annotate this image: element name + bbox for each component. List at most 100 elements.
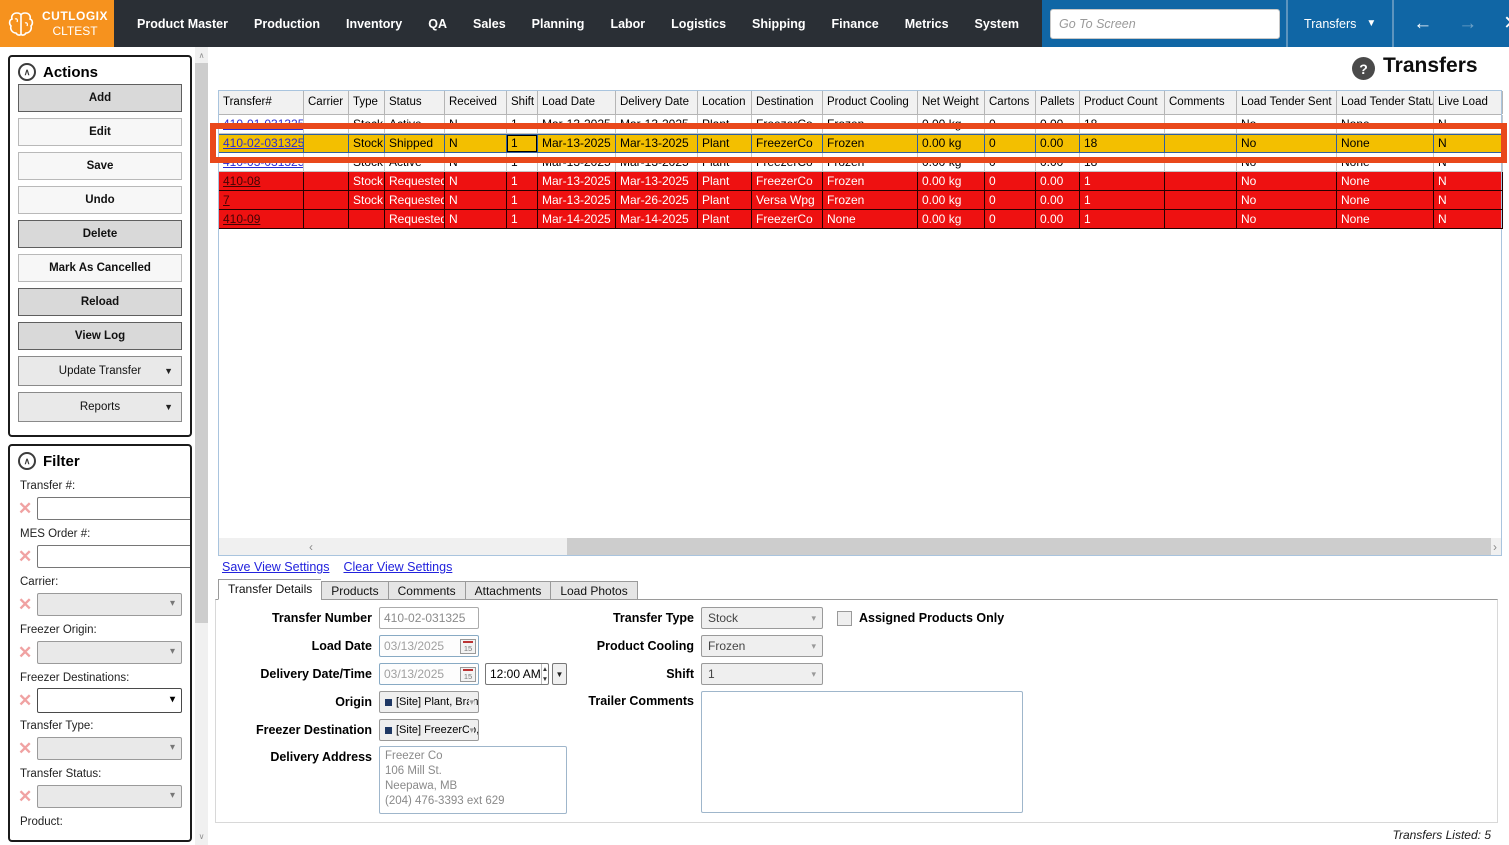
cell-live-load[interactable]: N xyxy=(1434,115,1503,134)
table-row[interactable]: 410-03-031325 Stock Active N 1 Mar-13-2025 Mar… xyxy=(219,153,1503,172)
cell-net-weight[interactable]: 0.00 kg xyxy=(918,115,985,134)
screen-selector-dropdown[interactable]: Transfers ▼ xyxy=(1294,17,1386,31)
cell-load-tender-sent[interactable]: No xyxy=(1237,153,1337,172)
cell-received[interactable]: N xyxy=(445,172,507,191)
cell-type[interactable]: Stock xyxy=(349,172,385,191)
menu-item-metrics[interactable]: Metrics xyxy=(892,17,962,31)
cell-pallets[interactable]: 0.00 xyxy=(1036,134,1080,153)
cell-status[interactable]: Shipped xyxy=(385,134,445,153)
scroll-left-icon[interactable]: ‹ xyxy=(309,540,313,554)
cell-received[interactable]: N xyxy=(445,153,507,172)
cell-location[interactable]: Plant xyxy=(698,115,752,134)
column-header-shift[interactable]: Shift xyxy=(507,91,538,114)
cell-location[interactable]: Plant xyxy=(698,134,752,153)
shift-dropdown[interactable]: 1 ▾ xyxy=(701,663,823,685)
transfer-number-link[interactable]: 410-02-031325 xyxy=(223,136,303,150)
cell-destination[interactable]: FreezerCo xyxy=(752,153,823,172)
cell-cartons[interactable]: 0 xyxy=(985,134,1036,153)
cell-status[interactable]: Active xyxy=(385,153,445,172)
cell-product-count[interactable]: 18 xyxy=(1080,115,1165,134)
assigned-products-only-checkbox[interactable] xyxy=(837,610,852,626)
tab-comments[interactable]: Comments xyxy=(387,581,465,600)
column-header-carrier[interactable]: Carrier xyxy=(304,91,349,114)
cell-live-load[interactable]: N xyxy=(1434,172,1503,191)
column-header-received[interactable]: Received xyxy=(445,91,507,114)
menu-item-labor[interactable]: Labor xyxy=(597,17,658,31)
clear-filter-icon[interactable]: ✕ xyxy=(18,692,32,709)
clear-filter-icon[interactable]: ✕ xyxy=(18,644,32,661)
cell-cartons[interactable]: 0 xyxy=(985,115,1036,134)
cell-destination[interactable]: Versa Wpg xyxy=(752,191,823,210)
cell-destination[interactable]: FreezerCo xyxy=(752,210,823,229)
cell-delivery-date[interactable]: Mar-13-2025 xyxy=(616,153,698,172)
forward-icon[interactable]: → xyxy=(1445,13,1490,35)
cell-load-date[interactable]: Mar-13-2025 xyxy=(538,115,616,134)
cell-cartons[interactable]: 0 xyxy=(985,210,1036,229)
cell-transfer[interactable]: 7 xyxy=(219,191,304,210)
cell-comments[interactable] xyxy=(1165,153,1237,172)
freezer-origin-dropdown[interactable]: ▾ xyxy=(37,641,182,664)
column-header-net-weight[interactable]: Net Weight xyxy=(918,91,985,114)
cell-product-cooling[interactable]: Frozen xyxy=(823,172,918,191)
menu-item-production[interactable]: Production xyxy=(241,17,333,31)
collapse-chevron-icon[interactable]: ∧ xyxy=(18,452,36,470)
cell-load-date[interactable]: Mar-13-2025 xyxy=(538,172,616,191)
back-icon[interactable]: ← xyxy=(1400,13,1445,35)
cell-net-weight[interactable]: 0.00 kg xyxy=(918,134,985,153)
column-header-comments[interactable]: Comments xyxy=(1165,91,1237,114)
cell-location[interactable]: Plant xyxy=(698,191,752,210)
cell-received[interactable]: N xyxy=(445,191,507,210)
cell-received[interactable]: N xyxy=(445,115,507,134)
cell-pallets[interactable]: 0.00 xyxy=(1036,153,1080,172)
cell-type[interactable]: Stock xyxy=(349,134,385,153)
cell-cartons[interactable]: 0 xyxy=(985,172,1036,191)
cell-pallets[interactable]: 0.00 xyxy=(1036,210,1080,229)
cell-delivery-date[interactable]: Mar-13-2025 xyxy=(616,115,698,134)
cell-delivery-date[interactable]: Mar-26-2025 xyxy=(616,191,698,210)
clear-filter-icon[interactable]: ✕ xyxy=(18,548,32,565)
cell-shift[interactable]: 1 xyxy=(507,172,538,191)
scroll-up-icon[interactable]: ∧ xyxy=(195,49,208,62)
cell-product-cooling[interactable]: Frozen xyxy=(823,153,918,172)
cell-comments[interactable] xyxy=(1165,134,1237,153)
column-header-location[interactable]: Location xyxy=(698,91,752,114)
tab-products[interactable]: Products xyxy=(321,581,388,600)
cell-destination[interactable]: FreezerCo xyxy=(752,172,823,191)
calendar-icon[interactable]: 15 xyxy=(460,666,476,682)
cell-load-tender-sent[interactable]: No xyxy=(1237,210,1337,229)
product-cooling-dropdown[interactable]: Frozen ▾ xyxy=(701,635,823,657)
cell-shift[interactable]: 1 xyxy=(507,153,538,172)
table-row[interactable]: 410-01-031325 Stock Active N 1 Mar-13-2025 Mar… xyxy=(219,115,1503,134)
menu-item-qa[interactable]: QA xyxy=(415,17,460,31)
transfer-input[interactable] xyxy=(37,497,190,520)
cell-comments[interactable] xyxy=(1165,115,1237,134)
transfer-number-field[interactable] xyxy=(379,607,479,629)
reload-button[interactable]: Reload xyxy=(18,288,182,316)
menu-item-inventory[interactable]: Inventory xyxy=(333,17,415,31)
column-header-live-load[interactable]: Live Load xyxy=(1434,91,1503,114)
scroll-right-icon[interactable]: › xyxy=(1493,540,1497,554)
cell-load-date[interactable]: Mar-13-2025 xyxy=(538,134,616,153)
cell-location[interactable]: Plant xyxy=(698,210,752,229)
table-row[interactable]: 410-08 Stock Requested N 1 Mar-13-2025 Mar-13-… xyxy=(219,172,1503,191)
column-header-transfer[interactable]: Transfer# xyxy=(219,91,304,114)
edit-button[interactable]: Edit xyxy=(18,118,182,146)
column-header-destination[interactable]: Destination xyxy=(752,91,823,114)
transfer-status-dropdown[interactable]: ▾ xyxy=(37,785,182,808)
cell-product-count[interactable]: 1 xyxy=(1080,191,1165,210)
cell-product-cooling[interactable]: Frozen xyxy=(823,134,918,153)
cell-load-tender-sent[interactable]: No xyxy=(1237,115,1337,134)
cell-status[interactable]: Active xyxy=(385,115,445,134)
clear-filter-icon[interactable]: ✕ xyxy=(18,596,32,613)
cell-load-date[interactable]: Mar-13-2025 xyxy=(538,153,616,172)
freezer-destinations-dropdown[interactable]: ▾ xyxy=(37,688,182,713)
cell-product-count[interactable]: 18 xyxy=(1080,153,1165,172)
cell-load-date[interactable]: Mar-13-2025 xyxy=(538,191,616,210)
menu-item-product-master[interactable]: Product Master xyxy=(124,17,241,31)
cell-status[interactable]: Requested xyxy=(385,210,445,229)
cell-location[interactable]: Plant xyxy=(698,153,752,172)
menu-item-sales[interactable]: Sales xyxy=(460,17,519,31)
calendar-icon[interactable]: 15 xyxy=(460,638,476,654)
cell-received[interactable]: N xyxy=(445,134,507,153)
transfer-number-link[interactable]: 410-01-031325 xyxy=(223,117,303,131)
